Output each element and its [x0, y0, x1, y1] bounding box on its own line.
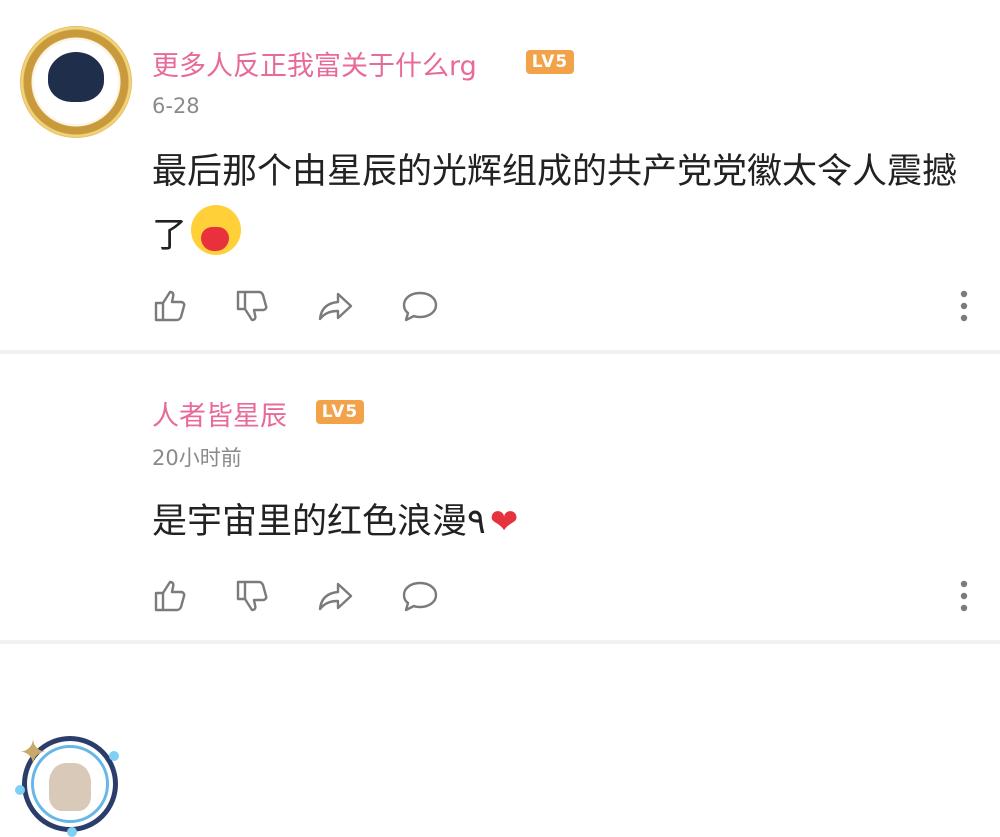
- thumbs-down-icon[interactable]: [232, 286, 272, 326]
- comment-text: 是宇宙里的红色浪漫٩ ❤: [152, 490, 972, 554]
- avatar[interactable]: [20, 26, 132, 138]
- dot-decoration: [109, 751, 119, 761]
- thumbs-down-icon[interactable]: [232, 576, 272, 616]
- comment-divider: [0, 640, 1000, 644]
- share-icon[interactable]: [316, 286, 356, 326]
- comment-text: 最后那个由星辰的光辉组成的共产党党徽太令人震撼了: [152, 140, 972, 268]
- comment-icon[interactable]: [400, 286, 440, 326]
- avatar[interactable]: ✦: [15, 733, 119, 837]
- share-icon[interactable]: [316, 576, 356, 616]
- heart-emoji: ❤: [489, 502, 519, 542]
- level-badge: LV5: [316, 400, 364, 424]
- avatar-character: [49, 763, 91, 811]
- timestamp: 6-28: [152, 94, 200, 118]
- dot-decoration: [15, 785, 25, 795]
- avatar-character: [48, 52, 104, 102]
- thumbs-up-icon[interactable]: [150, 286, 190, 326]
- star-decoration-icon: ✦: [18, 733, 48, 773]
- level-badge: LV5: [526, 50, 574, 74]
- comment-actions: [150, 576, 980, 616]
- thumbs-up-icon[interactable]: [150, 576, 190, 616]
- hug-heart-emoji: [191, 205, 242, 255]
- comment-actions: [150, 286, 980, 326]
- comment-icon[interactable]: [400, 576, 440, 616]
- more-icon[interactable]: [944, 576, 984, 616]
- dot-decoration: [67, 827, 77, 837]
- username[interactable]: 人者皆星辰: [152, 394, 287, 433]
- comment-item: ✦ 人者皆星辰 LV5 20小时前 是宇宙里的红色浪漫٩ ❤: [0, 354, 1000, 837]
- comment-text-suffix: ٩: [467, 502, 486, 542]
- username[interactable]: 更多人反正我富关于什么rg: [152, 44, 477, 83]
- comment-text-body: 是宇宙里的红色浪漫: [152, 502, 468, 542]
- comment-item: 更多人反正我富关于什么rg LV5 6-28 最后那个由星辰的光辉组成的共产党党…: [0, 0, 1000, 350]
- more-icon[interactable]: [944, 286, 984, 326]
- comment-text-body: 最后那个由星辰的光辉组成的共产党党徽太令人震撼了: [152, 152, 958, 256]
- timestamp: 20小时前: [152, 446, 242, 470]
